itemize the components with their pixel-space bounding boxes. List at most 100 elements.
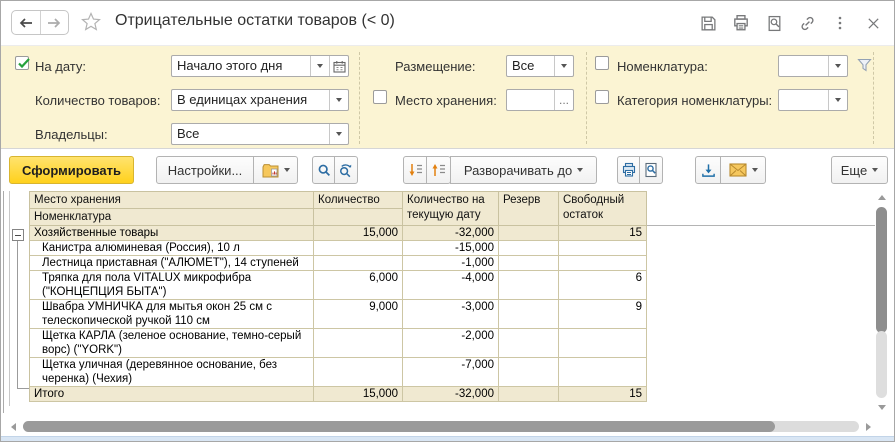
scroll-down-icon[interactable] (878, 405, 886, 410)
report-toolbar: Сформировать Настройки... Разворачивать … (1, 149, 894, 191)
vertical-scrollbar-thumb[interactable] (876, 207, 887, 333)
save-icon[interactable] (699, 14, 717, 32)
table-total-row[interactable]: Итого 15,000 -32,000 15 (30, 387, 647, 402)
save-result-button[interactable] (695, 156, 722, 184)
preview-icon[interactable] (765, 14, 783, 32)
vertical-scrollbar[interactable] (875, 193, 888, 412)
row-name: Канистра алюминевая (Россия), 10 л (30, 241, 314, 256)
header-nomenclature: Номенклатура (30, 209, 314, 226)
horizontal-scrollbar[interactable] (9, 420, 875, 433)
expand-all-icon (408, 163, 423, 177)
forward-button[interactable] (39, 11, 69, 34)
storage-place-browse-button[interactable]: ... (554, 90, 573, 110)
more-menu-icon[interactable] (831, 14, 849, 32)
row-name: Тряпка для пола VITALUX микрофибра ("КОН… (30, 271, 314, 300)
send-email-button[interactable] (720, 156, 766, 184)
owners-label: Владельцы: (35, 127, 108, 142)
storage-place-field[interactable]: ... (506, 89, 574, 111)
chevron-down-icon (751, 168, 758, 172)
row-qty (314, 256, 403, 271)
total-qty-current: -32,000 (403, 387, 499, 402)
collapse-groups-button[interactable] (426, 156, 451, 184)
print-icon[interactable] (732, 14, 750, 32)
group-bracket-line (17, 241, 18, 388)
nomenclature-checkbox[interactable] (595, 56, 609, 70)
chevron-down-icon (872, 168, 879, 172)
row-free (559, 358, 647, 387)
row-free: 15 (559, 226, 647, 241)
horizontal-scrollbar-thumb[interactable] (23, 421, 776, 432)
table-row[interactable]: Тряпка для пола VITALUX микрофибра ("КОН… (30, 271, 647, 300)
table-row[interactable]: Лестница приставная ("АЛЮМЕТ"), 14 ступе… (30, 256, 647, 271)
envelope-icon (728, 163, 747, 177)
close-icon[interactable] (864, 14, 882, 32)
storage-place-label: Место хранения: (395, 93, 497, 108)
scroll-left-icon[interactable] (11, 423, 16, 431)
nomenclature-category-dropdown-button[interactable] (828, 90, 847, 110)
calendar-button[interactable] (329, 56, 348, 76)
nomenclature-category-field[interactable] (778, 89, 848, 111)
row-qty (314, 241, 403, 256)
print-button[interactable] (617, 156, 641, 184)
row-name: Швабра УМНИЧКА для мытья окон 25 см с те… (30, 300, 314, 329)
back-arrow-icon (18, 17, 34, 29)
table-row[interactable]: Швабра УМНИЧКА для мытья окон 25 см с те… (30, 300, 647, 329)
horizontal-scrollbar-track[interactable] (23, 421, 859, 432)
settings-button[interactable]: Настройки... (156, 156, 254, 184)
row-qty-current: -7,000 (403, 358, 499, 387)
table-row[interactable]: Щетка КАРЛА (зеленое основание, темно-се… (30, 329, 647, 358)
on-date-field[interactable]: Начало этого дня (171, 55, 349, 77)
header-qty-top: Количество (314, 192, 403, 209)
qty-goods-value: В единицах хранения (177, 92, 308, 107)
print-blue-icon (621, 162, 637, 178)
search-reset-icon (338, 163, 354, 178)
print-preview-button[interactable] (639, 156, 663, 184)
table-header: Место хранения Количество Количество на … (30, 192, 647, 226)
table-row[interactable]: Щетка уличная (деревянное основание, без… (30, 358, 647, 387)
more-button[interactable]: Еще (831, 156, 888, 184)
row-name: Щетка уличная (деревянное основание, без… (30, 358, 314, 387)
minus-icon (15, 234, 21, 236)
search-button[interactable] (312, 156, 336, 184)
vertical-scrollbar-track[interactable] (876, 331, 887, 398)
expand-to-button[interactable]: Разворачивать до (450, 156, 597, 184)
on-date-checkbox[interactable] (15, 56, 30, 70)
header-reserve: Резерв (499, 192, 559, 226)
owners-dropdown-button[interactable] (329, 124, 348, 144)
expand-groups-button[interactable] (403, 156, 428, 184)
report-variants-button[interactable] (253, 156, 298, 184)
row-qty: 15,000 (314, 226, 403, 241)
generate-button[interactable]: Сформировать (9, 156, 134, 184)
row-qty-current: -15,000 (403, 241, 499, 256)
chevron-down-icon (336, 132, 342, 136)
filter-separator (873, 52, 874, 144)
row-reserve (499, 329, 559, 358)
cancel-search-button[interactable] (334, 156, 358, 184)
group-collapse-button[interactable] (12, 229, 24, 241)
more-label: Еще (840, 162, 868, 178)
link-icon[interactable] (798, 14, 816, 32)
nomenclature-category-checkbox[interactable] (595, 90, 609, 104)
on-date-dropdown-button[interactable] (310, 56, 329, 76)
scroll-right-icon[interactable] (866, 423, 871, 431)
nomenclature-field[interactable] (778, 55, 848, 77)
row-reserve (499, 241, 559, 256)
qty-goods-dropdown-button[interactable] (329, 90, 348, 110)
preview-blue-icon (643, 162, 659, 178)
placement-field[interactable]: Все (506, 55, 574, 77)
table-row[interactable]: Хозяйственные товары 15,000 -32,000 15 (30, 226, 647, 241)
table-row[interactable]: Канистра алюминевая (Россия), 10 л -15,0… (30, 241, 647, 256)
filter-funnel-icon[interactable] (857, 58, 872, 72)
storage-place-checkbox[interactable] (373, 90, 387, 104)
nomenclature-dropdown-button[interactable] (828, 56, 847, 76)
placement-dropdown-button[interactable] (554, 56, 573, 76)
row-name: Щетка КАРЛА (зеленое основание, темно-се… (30, 329, 314, 358)
back-button[interactable] (12, 11, 40, 34)
row-name: Хозяйственные товары (30, 226, 314, 241)
nomenclature-label: Номенклатура: (617, 59, 708, 74)
qty-goods-field[interactable]: В единицах хранения (171, 89, 349, 111)
favorite-star-icon[interactable] (80, 11, 102, 33)
owners-field[interactable]: Все (171, 123, 349, 145)
scroll-up-icon[interactable] (878, 195, 886, 200)
chevron-down-icon (336, 98, 342, 102)
